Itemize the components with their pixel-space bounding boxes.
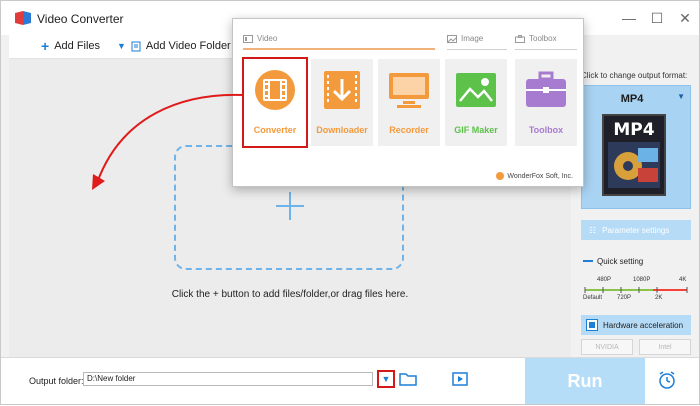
toolbox-category-underline bbox=[515, 49, 577, 50]
downloader-tile[interactable]: Downloader bbox=[311, 59, 373, 146]
brand-footer: WonderFox Soft, Inc. bbox=[496, 172, 573, 180]
browse-folder-icon[interactable] bbox=[399, 371, 417, 387]
toolbox-label: Toolbox bbox=[528, 125, 564, 135]
recorder-tile[interactable]: Recorder bbox=[378, 59, 440, 146]
parameter-settings-label: Parameter settings bbox=[602, 225, 670, 235]
image-category-icon bbox=[447, 34, 457, 43]
slider-label-720p: 720P bbox=[617, 295, 632, 301]
converter-tile[interactable]: Converter bbox=[242, 57, 308, 148]
brand-label: WonderFox Soft, Inc. bbox=[507, 172, 573, 180]
gpu-options: NVIDIA Intel bbox=[581, 339, 691, 355]
maximize-icon[interactable]: ☐ bbox=[643, 1, 671, 35]
format-name: MP4 bbox=[620, 93, 644, 105]
wonderfox-logo-icon bbox=[496, 172, 505, 180]
quick-setting-label: Quick setting bbox=[597, 257, 644, 266]
category-image: Image bbox=[447, 34, 483, 43]
output-format-selector[interactable]: MP4 ▼ MP4 bbox=[581, 85, 691, 209]
add-video-folder-button[interactable]: ▼ Add Video Folder bbox=[117, 40, 231, 52]
slider-label-1080p: 1080P bbox=[633, 277, 651, 283]
toolbox-category-icon bbox=[515, 34, 525, 43]
feature-menu-popup: Video Image Toolbox Converter Downloader… bbox=[232, 18, 584, 187]
alarm-clock-icon[interactable] bbox=[657, 370, 677, 390]
film-icon bbox=[255, 70, 295, 110]
converter-label: Converter bbox=[253, 125, 297, 135]
category-toolbox: Toolbox bbox=[515, 34, 557, 43]
add-plus-icon[interactable] bbox=[275, 191, 305, 221]
category-toolbox-label: Toolbox bbox=[529, 34, 557, 43]
window-title: Video Converter bbox=[37, 12, 124, 26]
image-icon bbox=[456, 73, 496, 107]
toolbox-tile[interactable]: Toolbox bbox=[515, 59, 577, 146]
chevron-down-icon: ▼ bbox=[381, 374, 391, 384]
output-settings-panel: Click to change output format: MP4 ▼ MP4… bbox=[577, 35, 695, 357]
hardware-acceleration-toggle[interactable]: Hardware acceleration bbox=[581, 315, 691, 335]
category-image-label: Image bbox=[461, 34, 484, 43]
add-files-button[interactable]: + Add Files bbox=[41, 38, 101, 54]
video-category-icon bbox=[243, 34, 253, 43]
app-window: Video Converter — ☐ ✕ + Add Files ▼ Add … bbox=[0, 0, 700, 405]
slider-label-480p: 480P bbox=[597, 277, 612, 283]
slider-mini-icon bbox=[583, 259, 593, 264]
intel-option[interactable]: Intel bbox=[639, 339, 691, 355]
hardware-acceleration-label: Hardware acceleration bbox=[603, 320, 684, 330]
output-folder-label: Output folder: bbox=[29, 376, 84, 386]
app-logo-icon bbox=[15, 11, 31, 25]
slider-track[interactable] bbox=[583, 286, 689, 294]
format-icon-text: MP4 bbox=[613, 120, 655, 140]
close-icon[interactable]: ✕ bbox=[671, 1, 699, 35]
toolbox-icon bbox=[526, 71, 566, 107]
add-files-label: Add Files bbox=[54, 40, 101, 52]
slider-label-default: Default bbox=[583, 295, 603, 301]
file-icon bbox=[131, 41, 141, 51]
gif-maker-tile[interactable]: GIF Maker bbox=[445, 59, 507, 146]
recorder-label: Recorder bbox=[389, 125, 429, 135]
download-icon bbox=[324, 71, 360, 109]
drop-hint: Click the + button to add files/folder,o… bbox=[171, 289, 409, 300]
run-button[interactable]: Run bbox=[525, 358, 645, 404]
window-controls: — ☐ ✕ bbox=[615, 1, 699, 35]
plus-icon: + bbox=[41, 38, 50, 54]
category-video: Video bbox=[243, 34, 277, 43]
caret-down-icon: ▼ bbox=[677, 92, 685, 101]
output-folder-field[interactable]: D:\New folder bbox=[83, 372, 373, 386]
film-reel-graphic bbox=[608, 142, 660, 188]
output-folder-dropdown[interactable]: ▼ bbox=[377, 370, 395, 388]
video-category-underline bbox=[243, 48, 435, 50]
open-output-folder-icon[interactable] bbox=[451, 371, 469, 387]
monitor-icon bbox=[389, 73, 429, 108]
slider-label-2k: 2K bbox=[655, 295, 663, 301]
slider-label-4k: 4K bbox=[679, 277, 687, 283]
checkbox-icon[interactable] bbox=[586, 319, 598, 331]
category-video-label: Video bbox=[257, 34, 278, 43]
sliders-icon: ☷ bbox=[589, 225, 597, 235]
downloader-label: Downloader bbox=[316, 125, 368, 135]
bottom-bar: Output folder: D:\New folder ▼ Run bbox=[1, 357, 699, 404]
image-category-underline bbox=[447, 49, 507, 50]
gif-maker-label: GIF Maker bbox=[454, 125, 498, 135]
chevron-down-icon[interactable]: ▼ bbox=[117, 41, 126, 51]
quality-slider[interactable]: 480P 1080P 4K Default 720P 2K bbox=[583, 277, 689, 303]
mp4-format-icon: MP4 bbox=[602, 114, 666, 196]
quick-setting-heading: Quick setting bbox=[583, 257, 643, 266]
add-video-folder-label: Add Video Folder bbox=[145, 40, 231, 52]
minimize-icon[interactable]: — bbox=[615, 1, 643, 35]
parameter-settings-button[interactable]: ☷ Parameter settings bbox=[581, 220, 691, 240]
nvidia-option[interactable]: NVIDIA bbox=[581, 339, 633, 355]
format-prompt: Click to change output format: bbox=[581, 71, 688, 80]
